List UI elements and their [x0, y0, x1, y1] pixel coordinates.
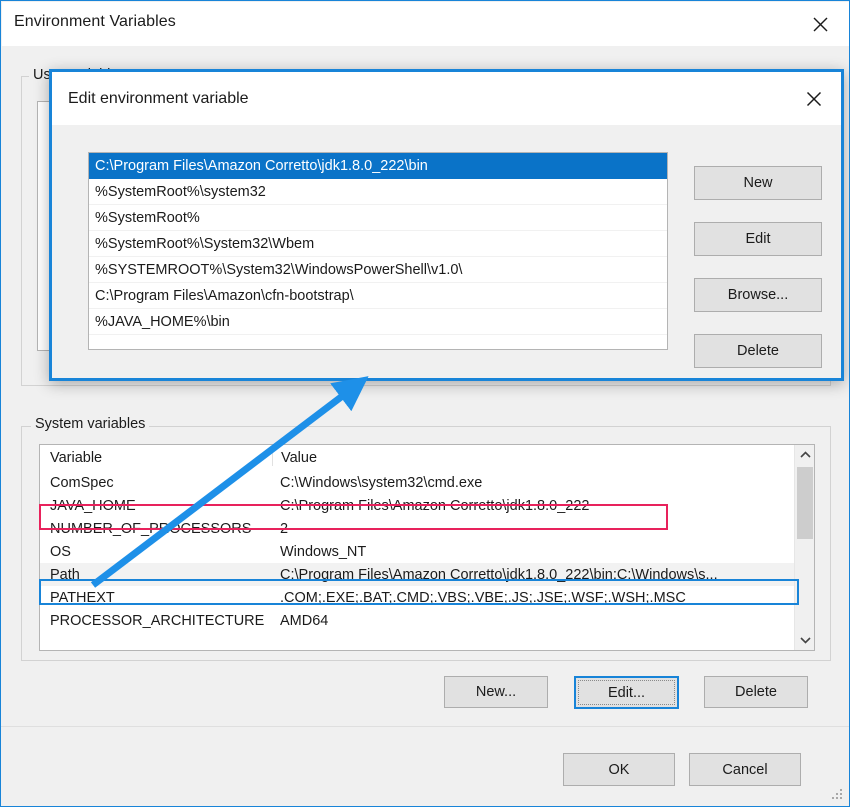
table-cell-variable: ComSpec — [50, 474, 114, 491]
edit-dialog-button-column: New Edit Browse... Delete — [52, 152, 841, 368]
new-variable-button[interactable]: New... — [444, 676, 548, 708]
path-browse-button-label: Browse... — [727, 287, 789, 303]
table-row[interactable]: Path C:\Program Files\Amazon Corretto\jdk… — [40, 563, 814, 586]
cancel-button-label: Cancel — [722, 761, 768, 778]
edit-dialog-titlebar: Edit environment variable — [52, 72, 841, 125]
table-cell-variable: NUMBER_OF_PROCESSORS — [50, 520, 252, 537]
table-cell-value: .COM;.EXE;.BAT;.CMD;.VBS;.VBE;.JS;.JSE;.… — [280, 589, 686, 606]
table-header-row: Variable Value — [40, 445, 814, 471]
table-cell-value: 2 — [280, 520, 289, 537]
path-delete-button-label: Delete — [737, 343, 779, 359]
table-cell-variable: Path — [50, 566, 80, 583]
delete-variable-button[interactable]: Delete — [704, 676, 808, 708]
chevron-up-icon[interactable] — [795, 445, 814, 465]
table-scrollbar[interactable] — [794, 445, 814, 650]
edit-variable-button[interactable]: Edit... — [574, 676, 679, 709]
table-cell-variable: JAVA_HOME — [50, 497, 136, 514]
table-row[interactable]: PATHEXT .COM;.EXE;.BAT;.CMD;.VBS;.VBE;.JS… — [40, 586, 814, 609]
path-edit-button[interactable]: Edit — [694, 222, 822, 256]
table-row[interactable]: ComSpec C:\Windows\system32\cmd.exe — [40, 471, 814, 494]
edit-environment-variable-dialog: Edit environment variable C:\Program Fil… — [49, 69, 844, 381]
environment-variables-window: Environment Variables User variables Sys… — [0, 0, 850, 807]
table-row[interactable]: PROCESSOR_ARCHITECTURE AMD64 — [40, 609, 814, 632]
table-row[interactable]: NUMBER_OF_PROCESSORS 2 — [40, 517, 814, 540]
edit-dialog-title: Edit environment variable — [68, 90, 249, 107]
table-cell-variable: PROCESSOR_ARCHITECTURE — [50, 612, 265, 629]
system-variables-rows: ComSpec C:\Windows\system32\cmd.exe JAVA_H… — [40, 471, 814, 632]
new-variable-button-label: New... — [475, 684, 517, 700]
table-row[interactable]: OS Windows_NT — [40, 540, 814, 563]
close-icon[interactable] — [787, 72, 841, 125]
table-cell-value: C:\Windows\system32\cmd.exe — [280, 474, 483, 491]
divider — [1, 726, 849, 727]
ok-button-label: OK — [608, 761, 630, 778]
path-new-button-label: New — [743, 175, 773, 191]
close-icon[interactable] — [790, 2, 849, 46]
window-titlebar: Environment Variables — [2, 2, 849, 46]
table-cell-value: C:\Program Files\Amazon Corretto\jdk1.8.… — [280, 566, 718, 583]
ok-button[interactable]: OK — [563, 753, 675, 786]
path-browse-button[interactable]: Browse... — [694, 278, 822, 312]
table-cell-value: AMD64 — [280, 612, 329, 629]
path-new-button[interactable]: New — [694, 166, 822, 200]
system-variables-label: System variables — [31, 416, 150, 432]
table-cell-variable: PATHEXT — [50, 589, 115, 606]
system-variables-table[interactable]: Variable Value ComSpec C:\Windows\system3… — [39, 444, 815, 651]
path-edit-button-label: Edit — [745, 231, 771, 247]
column-header-value: Value — [272, 450, 814, 466]
resize-grip-icon[interactable] — [832, 789, 844, 801]
column-header-variable: Variable — [50, 450, 103, 466]
table-cell-value: Windows_NT — [280, 543, 367, 560]
chevron-down-icon[interactable] — [795, 630, 814, 650]
cancel-button[interactable]: Cancel — [689, 753, 801, 786]
page-title: Environment Variables — [14, 13, 176, 30]
delete-variable-button-label: Delete — [735, 684, 777, 700]
scrollbar-thumb[interactable] — [797, 467, 813, 539]
table-cell-variable: OS — [50, 543, 71, 560]
table-cell-value: C:\Program Files\Amazon Corretto\jdk1.8.… — [280, 497, 590, 514]
table-row[interactable]: JAVA_HOME C:\Program Files\Amazon Corrett… — [40, 494, 814, 517]
path-delete-button[interactable]: Delete — [694, 334, 822, 368]
focus-outline — [578, 680, 675, 705]
